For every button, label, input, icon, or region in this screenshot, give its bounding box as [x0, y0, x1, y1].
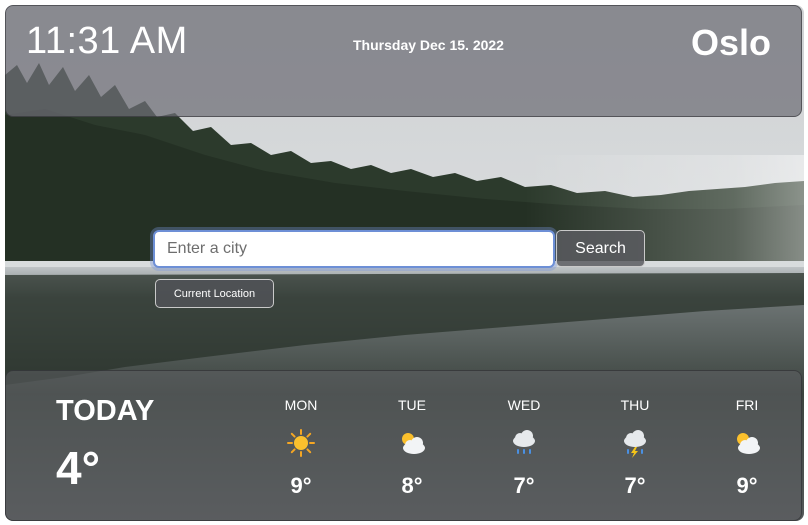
forecast-day-tue: TUE 8°	[372, 397, 452, 499]
current-location-button[interactable]: Current Location	[155, 279, 274, 308]
day-name: WED	[507, 397, 541, 413]
forecast-day-fri: FRI 9°	[707, 397, 787, 499]
current-date: Thursday Dec 15. 2022	[353, 37, 504, 53]
day-temperature: 7°	[513, 473, 535, 498]
day-temperature: 9°	[290, 473, 312, 498]
forecast-day-mon: MON 9°	[261, 397, 341, 499]
day-name: FRI	[735, 397, 759, 413]
day-temperature: 7°	[624, 473, 646, 498]
day-temperature: 9°	[736, 473, 758, 498]
rain-cloud-icon	[513, 430, 535, 454]
sun-behind-cloud-icon	[737, 433, 760, 454]
forecast-panel: TODAY 4° MON 9° TUE 8° WED 7° THU 7° FRI…	[5, 370, 802, 521]
day-name: MON	[284, 397, 318, 413]
day-name: TUE	[398, 397, 426, 413]
day-name: THU	[620, 397, 650, 413]
header-bar: 11:31 AM Thursday Dec 15. 2022 Oslo	[5, 5, 802, 117]
weather-app: 11:31 AM Thursday Dec 15. 2022 Oslo Sear…	[5, 5, 804, 521]
thunderstorm-icon	[624, 430, 646, 458]
forecast-day-wed: WED 7°	[484, 397, 564, 499]
day-temperature: 8°	[401, 473, 423, 498]
today-label: TODAY	[56, 395, 155, 427]
sun-icon	[287, 429, 315, 457]
city-search-input[interactable]	[153, 230, 555, 268]
today-temperature: 4°	[56, 442, 100, 494]
city-name: Oslo	[690, 22, 771, 63]
search-button[interactable]: Search	[556, 230, 645, 267]
forecast-day-thu: THU 7°	[595, 397, 675, 499]
current-time: 11:31 AM	[26, 20, 188, 62]
sun-behind-cloud-icon	[402, 433, 425, 454]
